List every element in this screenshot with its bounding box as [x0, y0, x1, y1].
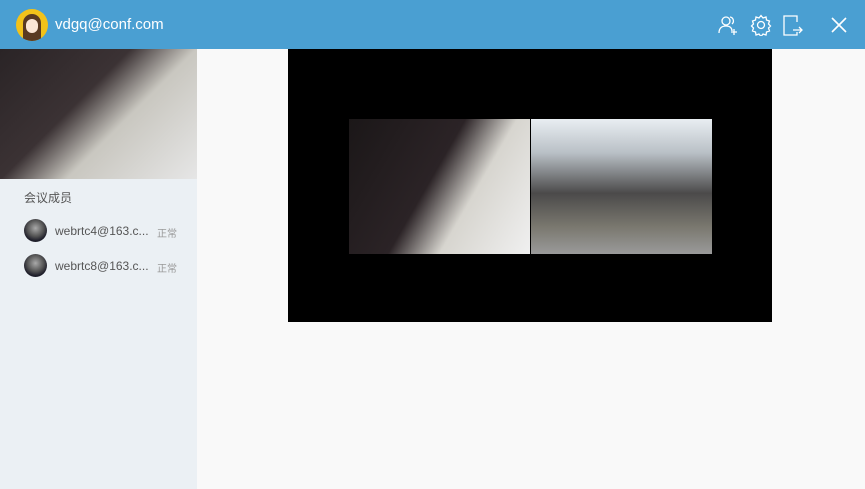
member-status: 正常 — [157, 229, 177, 240]
member-avatar — [24, 219, 47, 242]
conference-video-stage — [288, 49, 772, 322]
add-user-icon[interactable] — [717, 14, 739, 36]
member-name: webrtc8@163.c... — [55, 259, 149, 273]
local-video — [0, 49, 197, 179]
username: vdgq@conf.com — [55, 16, 164, 33]
avatar[interactable] — [16, 9, 48, 41]
member-avatar — [24, 254, 47, 277]
member-item[interactable]: webrtc4@163.c... 正常 — [24, 219, 194, 243]
members-title: 会议成员 — [24, 191, 73, 205]
title-bar: vdgq@conf.com — [0, 0, 865, 49]
sidebar: 会议成员 webrtc4@163.c... 正常 webrtc8@163.c..… — [0, 49, 197, 489]
exit-icon[interactable] — [782, 14, 804, 36]
member-status: 正常 — [157, 264, 177, 275]
close-icon[interactable] — [828, 14, 850, 36]
member-name: webrtc4@163.c... — [55, 224, 149, 238]
participant-video — [349, 119, 530, 254]
gear-icon[interactable] — [750, 14, 772, 36]
member-item[interactable]: webrtc8@163.c... 正常 — [24, 254, 194, 278]
participant-video — [531, 119, 712, 254]
